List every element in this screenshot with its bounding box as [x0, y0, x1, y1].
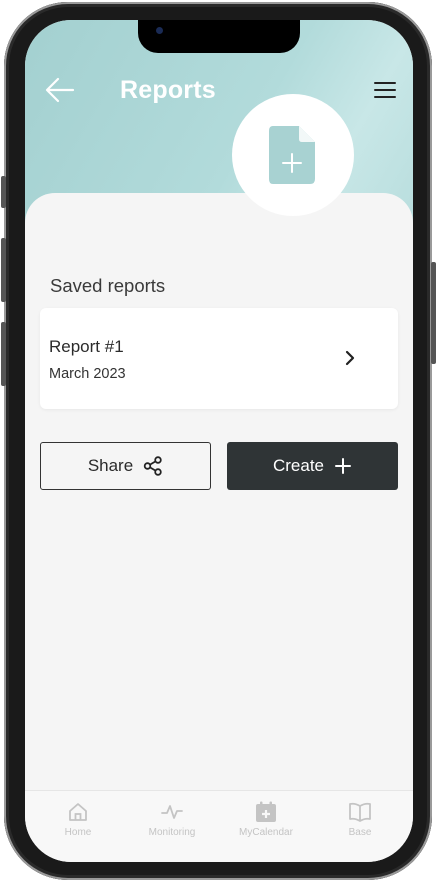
back-button[interactable] — [43, 75, 77, 105]
plus-icon — [335, 458, 352, 474]
camera-icon — [156, 27, 163, 34]
share-button[interactable]: Share — [40, 442, 211, 490]
tab-label: Home — [64, 827, 92, 838]
share-icon — [143, 456, 162, 476]
screen: Reports Saved reports Report #1 March 20… — [25, 20, 413, 862]
create-button[interactable]: Create — [227, 442, 398, 490]
arrow-left-icon — [45, 77, 75, 103]
notch — [138, 20, 300, 53]
report-date: March 2023 — [49, 366, 126, 382]
report-title: Report #1 — [49, 337, 124, 356]
side-button-silent — [1, 176, 6, 208]
create-button-label: Create — [272, 456, 325, 475]
hamburger-icon — [374, 82, 396, 98]
side-button-power — [431, 262, 436, 364]
home-icon — [69, 803, 87, 821]
menu-button[interactable] — [373, 80, 397, 100]
calendar-plus-icon — [256, 801, 276, 822]
report-open-button[interactable] — [343, 350, 357, 371]
hero-report-circle — [232, 94, 354, 216]
share-button-label: Share — [87, 456, 134, 475]
tab-label: Monitoring — [148, 827, 196, 838]
tab-monitoring[interactable]: Monitoring — [127, 791, 217, 851]
tab-bar: Home Monitoring MyCalendar Base — [25, 790, 413, 862]
book-icon — [349, 802, 371, 822]
saved-reports-heading: Saved reports — [50, 275, 166, 296]
pulse-icon — [161, 805, 183, 819]
page-title: Reports — [120, 76, 216, 104]
file-add-icon — [269, 126, 315, 184]
tab-mycalendar[interactable]: MyCalendar — [221, 791, 311, 851]
chevron-right-icon — [345, 350, 355, 366]
side-button-volume-up — [1, 238, 6, 302]
side-button-volume-down — [1, 322, 6, 386]
tab-label: Base — [348, 827, 372, 838]
tab-base[interactable]: Base — [315, 791, 405, 851]
tab-home[interactable]: Home — [33, 791, 123, 851]
tab-label: MyCalendar — [239, 827, 293, 838]
